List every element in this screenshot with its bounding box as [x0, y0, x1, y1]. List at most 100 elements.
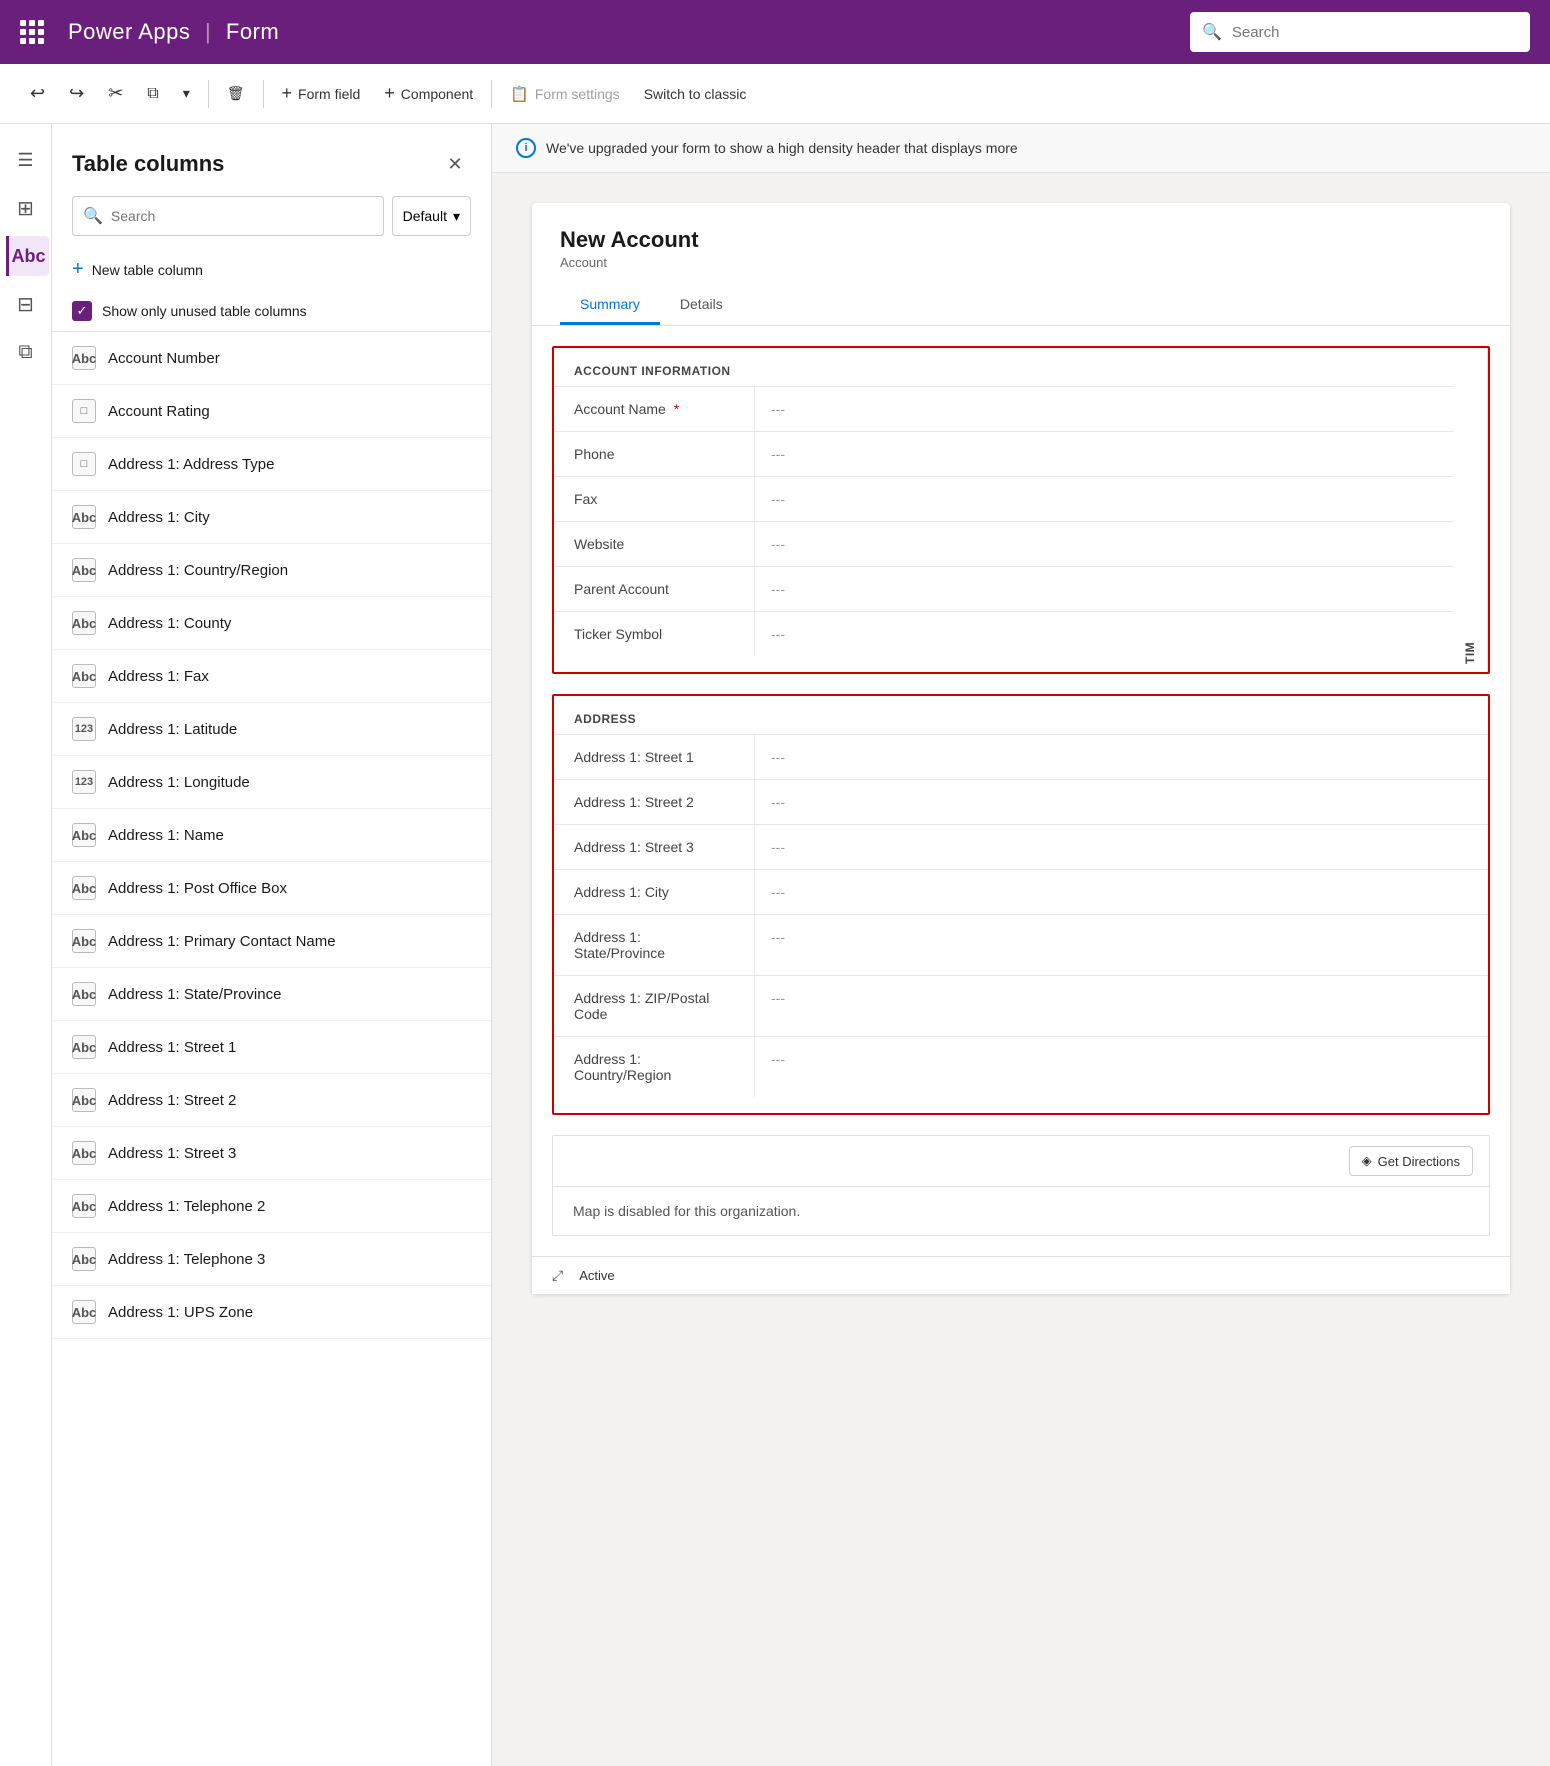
col-type-icon: Abc: [72, 876, 96, 900]
show-unused-checkbox[interactable]: [72, 301, 92, 321]
new-table-column-button[interactable]: + New table column: [52, 248, 491, 291]
tab-details[interactable]: Details: [660, 286, 743, 325]
panel-search-row: 🔍 Default ▾: [52, 196, 491, 248]
copy-button[interactable]: ⧉: [137, 79, 168, 109]
ticker-value[interactable]: ---: [754, 612, 1453, 656]
form-row-phone: Phone ---: [554, 431, 1453, 476]
status-badge: Active: [579, 1268, 614, 1283]
list-item[interactable]: Abc Address 1: Name: [52, 809, 491, 862]
menu-icon: ☰: [17, 150, 33, 171]
side-icon-nav: ☰ ⊞ Abc ⊟ ⧉: [0, 124, 52, 1766]
delete-button[interactable]: 🗑: [217, 79, 255, 108]
main-layout: ☰ ⊞ Abc ⊟ ⧉ Table columns ✕ 🔍: [0, 124, 1550, 1766]
add-component-button[interactable]: + Component: [374, 77, 483, 110]
form-row-street1: Address 1: Street 1 ---: [554, 734, 1488, 779]
col-type-icon: Abc: [72, 611, 96, 635]
show-unused-checkbox-row[interactable]: Show only unused table columns: [52, 291, 491, 332]
list-item[interactable]: Abc Address 1: UPS Zone: [52, 1286, 491, 1339]
col-label: Address 1: UPS Zone: [108, 1304, 253, 1321]
list-item[interactable]: Abc Address 1: Street 2: [52, 1074, 491, 1127]
switch-classic-button[interactable]: Switch to classic: [634, 80, 757, 108]
parent-account-value[interactable]: ---: [754, 567, 1453, 611]
form-footer: ⤢ Active: [532, 1256, 1510, 1294]
form-row-account-name: Account Name * ---: [554, 386, 1453, 431]
form-settings-icon: 📋: [510, 85, 529, 103]
list-item[interactable]: Abc Address 1: State/Province: [52, 968, 491, 1021]
list-item[interactable]: Abc Address 1: Telephone 3: [52, 1233, 491, 1286]
nav-form-button[interactable]: Abc: [6, 236, 49, 276]
form-content: ACCOUNT INFORMATION Account Name * ---: [532, 346, 1510, 1294]
dropdown-button[interactable]: ▾: [173, 79, 200, 108]
copy-nav-icon: ⧉: [18, 341, 32, 364]
state-value[interactable]: ---: [754, 915, 1488, 975]
phone-value[interactable]: ---: [754, 432, 1453, 476]
website-value[interactable]: ---: [754, 522, 1453, 566]
panel-title: Table columns: [72, 151, 224, 177]
list-item[interactable]: 123 Address 1: Latitude: [52, 703, 491, 756]
list-item[interactable]: Abc Address 1: Post Office Box: [52, 862, 491, 915]
panel-dropdown[interactable]: Default ▾: [392, 196, 471, 236]
diamond-icon: ◈: [1362, 1153, 1372, 1169]
list-item[interactable]: Abc Address 1: Street 3: [52, 1127, 491, 1180]
list-item[interactable]: □ Address 1: Address Type: [52, 438, 491, 491]
list-item[interactable]: Abc Address 1: Telephone 2: [52, 1180, 491, 1233]
grid-icon[interactable]: [20, 20, 44, 44]
search-input[interactable]: [1232, 24, 1518, 41]
list-item[interactable]: Abc Address 1: Fax: [52, 650, 491, 703]
nav-squares-button[interactable]: ⊞: [6, 188, 46, 228]
zip-value[interactable]: ---: [754, 976, 1488, 1036]
fax-value[interactable]: ---: [754, 477, 1453, 521]
form-row-street3: Address 1: Street 3 ---: [554, 824, 1488, 869]
expand-icon[interactable]: ⤢: [552, 1267, 563, 1284]
col-label: Account Rating: [108, 403, 210, 420]
country-label: Address 1: Country/Region: [554, 1037, 754, 1097]
form-row-city: Address 1: City ---: [554, 869, 1488, 914]
list-item[interactable]: 123 Address 1: Longitude: [52, 756, 491, 809]
list-item[interactable]: Abc Address 1: Street 1: [52, 1021, 491, 1074]
col-label: Address 1: County: [108, 615, 231, 632]
street3-value[interactable]: ---: [754, 825, 1488, 869]
col-type-icon: □: [72, 399, 96, 423]
nav-menu-button[interactable]: ☰: [6, 140, 46, 180]
street2-value[interactable]: ---: [754, 780, 1488, 824]
required-star: *: [674, 401, 679, 417]
list-item[interactable]: □ Account Rating: [52, 385, 491, 438]
nav-copy-button[interactable]: ⧉: [6, 332, 46, 372]
form-row-country: Address 1: Country/Region ---: [554, 1036, 1488, 1097]
col-type-icon: Abc: [72, 505, 96, 529]
dropdown-label: Default: [403, 208, 447, 224]
panel-close-button[interactable]: ✕: [439, 148, 471, 180]
account-name-value[interactable]: ---: [754, 387, 1453, 431]
country-value[interactable]: ---: [754, 1037, 1488, 1097]
nav-layers-button[interactable]: ⊟: [6, 284, 46, 324]
search-bar[interactable]: 🔍: [1190, 12, 1530, 52]
city-value[interactable]: ---: [754, 870, 1488, 914]
add-form-field-button[interactable]: + Form field: [272, 77, 371, 110]
panel-search-box[interactable]: 🔍: [72, 196, 384, 236]
form-card-header: New Account Account Summary Details: [532, 203, 1510, 326]
street1-value[interactable]: ---: [754, 735, 1488, 779]
panel-search-input[interactable]: [111, 208, 373, 224]
redo-button[interactable]: ↪: [59, 77, 94, 110]
form-row-ticker: Ticker Symbol ---: [554, 611, 1453, 656]
parent-account-label: Parent Account: [554, 567, 754, 611]
col-type-icon: Abc: [72, 346, 96, 370]
get-directions-button[interactable]: ◈ Get Directions: [1349, 1146, 1473, 1176]
list-item[interactable]: Abc Account Number: [52, 332, 491, 385]
undo-button[interactable]: ↩: [20, 77, 55, 110]
app-title: Power Apps | Form: [68, 19, 279, 45]
plus-icon-2: +: [384, 83, 395, 104]
tab-summary[interactable]: Summary: [560, 286, 660, 325]
list-item[interactable]: Abc Address 1: Country/Region: [52, 544, 491, 597]
form-settings-button[interactable]: 📋 Form settings: [500, 79, 630, 109]
state-label: Address 1: State/Province: [554, 915, 754, 975]
list-item[interactable]: Abc Address 1: Primary Contact Name: [52, 915, 491, 968]
list-item[interactable]: Abc Address 1: City: [52, 491, 491, 544]
cut-button[interactable]: ✂: [98, 77, 133, 110]
list-item[interactable]: Abc Address 1: County: [52, 597, 491, 650]
panel-header: Table columns ✕: [52, 124, 491, 196]
main-content: i We've upgraded your form to show a hig…: [492, 124, 1550, 1766]
map-content: Map is disabled for this organization.: [553, 1187, 1489, 1235]
copy-icon: ⧉: [147, 85, 158, 103]
columns-list: Abc Account Number □ Account Rating □ Ad…: [52, 332, 491, 1766]
